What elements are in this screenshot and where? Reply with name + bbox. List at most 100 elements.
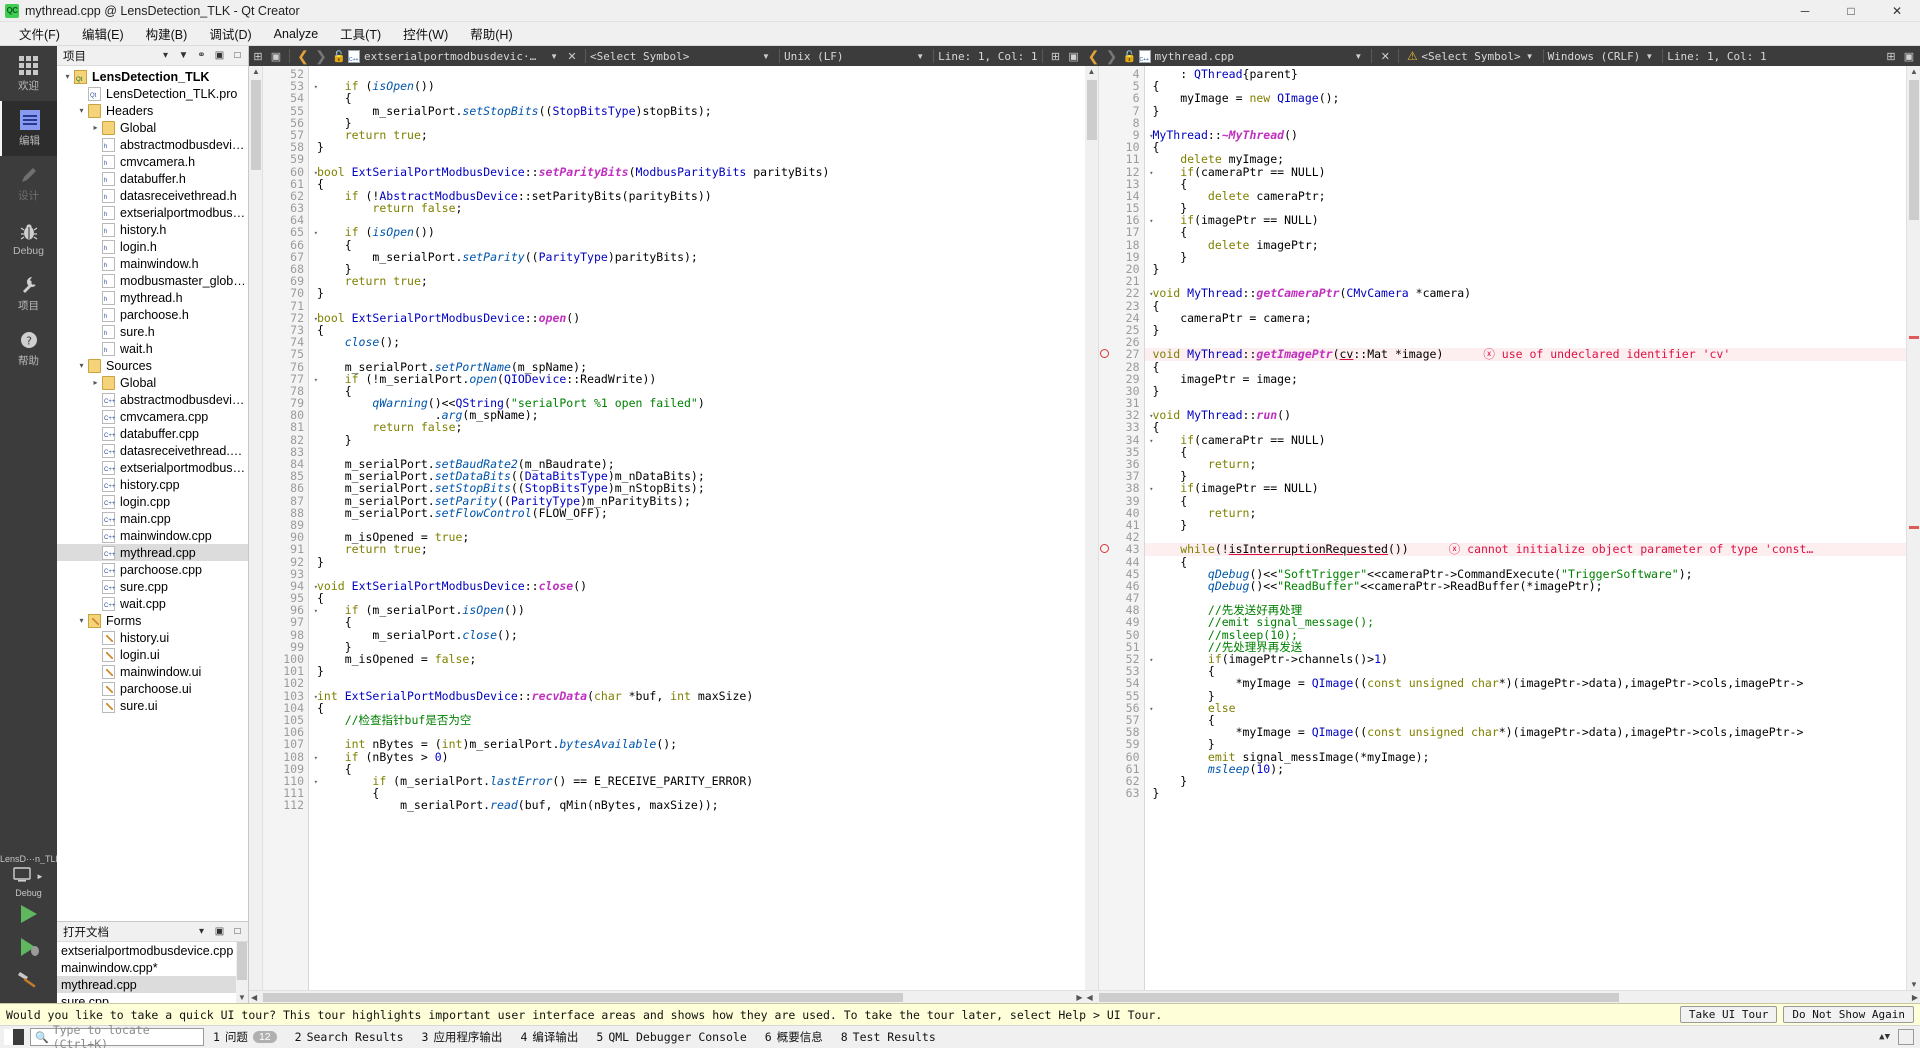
code-line[interactable]: else [1145,702,1907,714]
chevron-down-icon[interactable]: ▾ [75,106,88,115]
code-line[interactable]: } [309,141,1085,153]
open-document-item[interactable]: extserialportmodbusdevice.cpp [57,942,248,959]
line-number[interactable]: 97 [263,616,308,628]
editor-left-hscrollbar[interactable]: ◀ ▶ [249,990,1085,1003]
line-number[interactable]: 76 [263,360,308,372]
code-line[interactable]: { [309,238,1085,250]
tree-item-mainwindow-cpp[interactable]: mainwindow.cpp [57,527,248,544]
chevron-down-icon-5[interactable]: ▼ [1521,52,1539,61]
line-number[interactable]: 91 [263,543,308,555]
tree-item-mythread-cpp[interactable]: mythread.cpp [57,544,248,561]
tree-item-parchoose-h[interactable]: parchoose.h [57,306,248,323]
code-line[interactable]: } [1145,104,1907,116]
line-number[interactable]: 44 [1099,555,1144,567]
code-line[interactable]: delete cameraPtr; [1145,190,1907,202]
code-line[interactable]: return; [1145,507,1907,519]
line-number[interactable]: 98 [263,628,308,640]
code-line[interactable]: bool ExtSerialPortModbusDevice::open() [309,312,1085,324]
code-line[interactable]: { [309,616,1085,628]
code-line[interactable]: { [1145,421,1907,433]
tree-item-sure-cpp[interactable]: sure.cpp [57,578,248,595]
tree-item-login-cpp[interactable]: login.cpp [57,493,248,510]
tree-item-sure-ui[interactable]: sure.ui [57,697,248,714]
code-line[interactable]: } [1145,738,1907,750]
menu-build[interactable]: 构建(B) [135,21,199,46]
code-line[interactable]: : QThread{parent} [1145,68,1907,80]
chevron-down-icon[interactable]: ▾ [61,72,74,81]
code-line[interactable]: MyThread::~MyThread() [1145,129,1907,141]
tree-item-wait-h[interactable]: wait.h [57,340,248,357]
line-number[interactable]: 87 [263,494,308,506]
close-button[interactable]: ✕ [1874,0,1920,21]
code-line[interactable]: if (m_serialPort.isOpen()) [309,604,1085,616]
line-number[interactable]: 50 [1099,628,1144,640]
line-number[interactable]: 81 [263,421,308,433]
tree-item-cmvcamera-cpp[interactable]: cmvcamera.cpp [57,408,248,425]
mode-edit[interactable]: 编辑 [0,101,57,156]
tree-item-extserialportmodbusdevi[interactable]: extserialportmodbusdevi [57,459,248,476]
chevron-down-icon[interactable]: ▾ [75,616,88,625]
code-line[interactable]: { [309,324,1085,336]
code-line[interactable]: { [1145,360,1907,372]
mode-help[interactable]: ? 帮助 [0,321,57,376]
error-marker-icon[interactable] [1099,349,1109,359]
code-line[interactable]: return; [1145,458,1907,470]
code-line[interactable]: int ExtSerialPortModbusDevice::recvData(… [309,689,1085,701]
tree-item-history-ui[interactable]: history.ui [57,629,248,646]
code-line[interactable]: close(); [309,336,1085,348]
code-line[interactable]: if (m_serialPort.lastError() == E_RECEIV… [309,775,1085,787]
code-line[interactable]: if (nBytes > 0) [309,750,1085,762]
line-number[interactable]: 17 [1099,226,1144,238]
tree-item-extserialportmodbusdevi[interactable]: extserialportmodbusdevi [57,204,248,221]
chevron-down-icon-6[interactable]: ▼ [1640,52,1658,61]
unlocked-icon-2[interactable]: 🔓 [1121,47,1139,65]
tree-item-mythread-h[interactable]: mythread.h [57,289,248,306]
mode-projects[interactable]: 项目 [0,266,57,321]
tree-item-parchoose-ui[interactable]: parchoose.ui [57,680,248,697]
code-line[interactable]: } [1145,519,1907,531]
tree-item-login-h[interactable]: login.h [57,238,248,255]
code-line[interactable]: void MyThread::run() [1145,409,1907,421]
code-line[interactable]: return false; [309,421,1085,433]
code-line[interactable]: m_serialPort.setParity((ParityType)m_nPa… [309,494,1085,506]
code-line[interactable]: qDebug()<<"ReadBuffer"<<cameraPtr->ReadB… [1145,580,1907,592]
close-split-icon-3[interactable]: ▣ [1900,47,1918,65]
error-marker-icon[interactable] [1099,544,1109,554]
chevron-down-icon[interactable]: ▼ [545,52,563,61]
menu-file[interactable]: 文件(F) [8,21,71,46]
line-number[interactable]: 28 [1099,360,1144,372]
code-line[interactable]: m_serialPort.setStopBits((StopBitsType)m… [309,482,1085,494]
code-line[interactable]: } [1145,689,1907,701]
line-number[interactable]: 59 [263,153,308,165]
mode-welcome[interactable]: 欢迎 [0,46,57,101]
open-documents-scrollbar[interactable]: ▼ [236,942,248,1003]
code-line[interactable]: bool ExtSerialPortModbusDevice::setParit… [309,165,1085,177]
line-number[interactable]: 103 ▾ [263,689,318,701]
progress-details-icon[interactable] [1898,1029,1914,1045]
code-line[interactable]: { [1145,299,1907,311]
editor-right-symbol-selector[interactable]: <Select Symbol> [1421,50,1520,63]
line-number[interactable]: 66 [263,238,308,250]
editor-right-gutter[interactable]: 4 5 6 7 8 9 ▾ 10 11 12 ▾ 13 14 15 16 ▾ 17 18 19 20 21 22 ▾ 23 24… [1098,66,1154,990]
code-line[interactable]: int nBytes = (int)m_serialPort.bytesAvai… [309,738,1085,750]
tree-item-mainwindow-ui[interactable]: mainwindow.ui [57,663,248,680]
open-document-item[interactable]: mythread.cpp [57,976,248,993]
line-number[interactable]: 86 [263,482,308,494]
code-line[interactable]: msleep(10); [1145,762,1907,774]
line-number[interactable]: 33 [1099,421,1144,433]
code-line[interactable]: void ExtSerialPortModbusDevice::close() [309,580,1085,592]
output-pane-button[interactable]: 1 问题 12 [204,1029,286,1045]
code-line[interactable]: *myImage = QImage((const unsigned char*)… [1145,726,1907,738]
code-line[interactable]: if(imagePtr == NULL) [1145,482,1907,494]
line-number[interactable]: 55 [263,104,308,116]
code-line[interactable]: if(imagePtr == NULL) [1145,214,1907,226]
editor-right-line-ending[interactable]: Windows (CRLF) [1548,50,1641,63]
link-icon[interactable]: ⚭ [194,48,209,63]
tree-item-mainwindow-h[interactable]: mainwindow.h [57,255,248,272]
output-pane-button[interactable]: 2 Search Results [286,1030,413,1044]
chevron-down-icon-3[interactable]: ▼ [911,52,929,61]
minimize-button[interactable]: ─ [1782,0,1828,21]
line-number[interactable]: 108 ▾ [263,750,318,762]
tree-item-datasreceivethread-cpp[interactable]: datasreceivethread.cpp [57,442,248,459]
code-line[interactable]: } [1145,787,1907,799]
